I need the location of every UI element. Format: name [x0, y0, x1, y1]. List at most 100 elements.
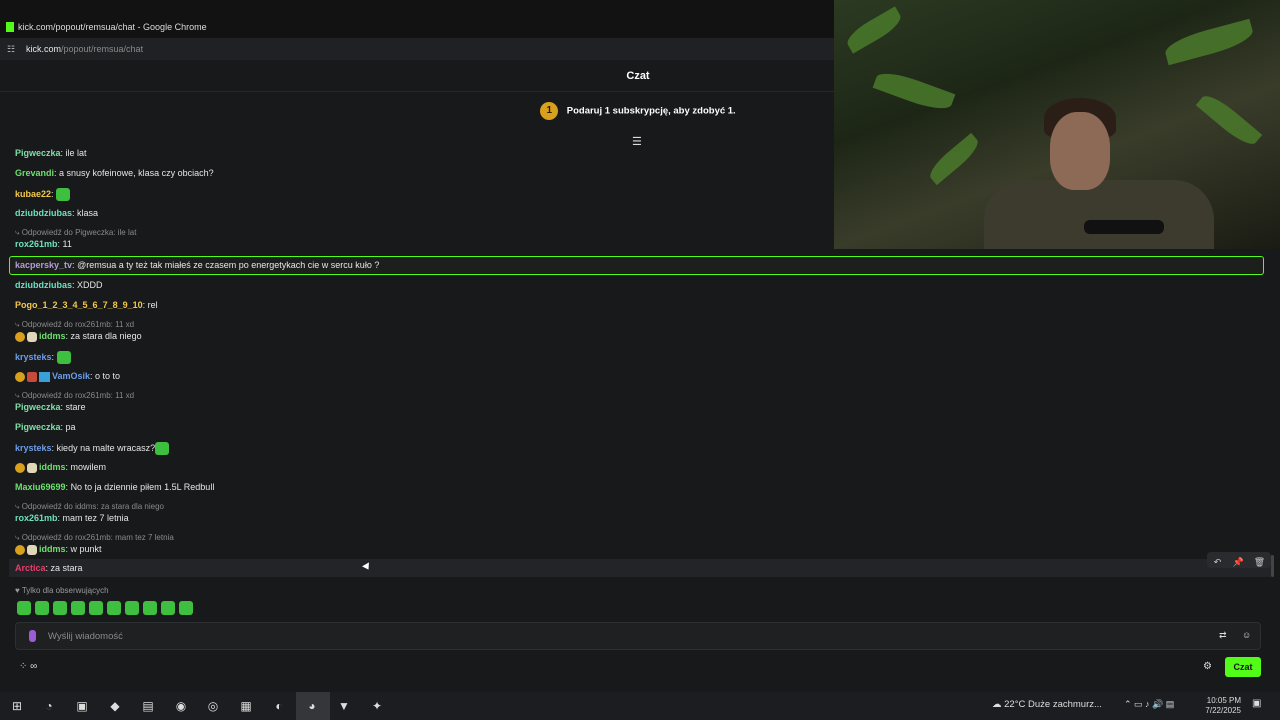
sub-badge-icon — [15, 462, 25, 473]
chat-tools[interactable]: ⁘ ∞ — [19, 661, 37, 672]
reply-context[interactable]: ⤷ Odpowiedź do iddms: za stara dla niego — [15, 502, 164, 512]
chat-scrollbar[interactable] — [1271, 555, 1274, 577]
chat-message[interactable]: Pigweczka: ile lat — [15, 148, 87, 158]
message-input-box[interactable]: ⇄ ☺ — [15, 622, 1261, 650]
chat-message-text: klasa — [77, 208, 99, 218]
infinity-icon[interactable]: ∞ — [30, 661, 37, 672]
badge-icon — [27, 371, 37, 382]
chat-message[interactable]: Grevandi: a snusy kofeinowe, klasa czy o… — [15, 168, 214, 178]
pause-chat-icon[interactable]: ☰ — [632, 135, 642, 148]
chat-message[interactable]: Arctica: za stara — [15, 563, 83, 573]
address-bar[interactable]: ☷ kick.com/popout/remsua/chat — [0, 38, 834, 60]
send-button[interactable]: Czat — [1225, 657, 1261, 677]
emote-icon[interactable] — [125, 601, 139, 615]
hovered-message-row[interactable] — [9, 559, 1271, 577]
gift-sub-promo[interactable]: 1 Podaruj 1 subskrypcję, aby zdobyć 1. — [0, 102, 1276, 120]
emote-icon[interactable] — [17, 601, 31, 615]
folder-icon[interactable]: ▤ — [139, 697, 157, 715]
chat-message[interactable]: Maxiu69699: No to ja dziennie piłem 1.5L… — [15, 482, 214, 492]
reply-context[interactable]: ⤷ Odpowiedź do Pigweczka: ile lat — [15, 228, 136, 238]
chat-message[interactable]: kubae22: — [15, 188, 71, 201]
chat-username[interactable]: Grevandi — [15, 168, 54, 178]
chat-message[interactable]: krysteks: — [15, 351, 71, 364]
reply-context[interactable]: ⤷ Odpowiedź do rox261mb: 11 xd — [15, 391, 134, 401]
chrome-icon[interactable]: ◕ — [303, 697, 321, 715]
chat-username[interactable]: iddms — [39, 331, 66, 341]
emote-icon[interactable] — [107, 601, 121, 615]
reply-icon[interactable]: ↶ — [1207, 554, 1228, 570]
emoji-icon[interactable]: ☺ — [1242, 630, 1251, 640]
emote-icon[interactable] — [143, 601, 157, 615]
reply-context[interactable]: ⤷ Odpowiedź do rox261mb: 11 xd — [15, 320, 134, 330]
chat-username[interactable]: iddms — [39, 462, 66, 472]
microphone-icon[interactable] — [29, 630, 36, 642]
gear-icon[interactable]: ⚙ — [1203, 661, 1212, 672]
emote-icon[interactable] — [35, 601, 49, 615]
emote-icon[interactable] — [179, 601, 193, 615]
chat-username[interactable]: Maxiu69699 — [15, 482, 66, 492]
kick-icon[interactable]: ✦ — [368, 697, 386, 715]
chat-message[interactable]: Pigweczka: pa — [15, 422, 76, 432]
pin-icon[interactable]: 📌 — [1228, 554, 1249, 570]
emote-icon[interactable] — [89, 601, 103, 615]
chat-username[interactable]: kacpersky_tv — [15, 260, 72, 270]
emote-bar[interactable] — [17, 601, 197, 620]
chat-message[interactable]: iddms: w punkt — [15, 544, 102, 555]
chat-username[interactable]: Pogo_1_2_3_4_5_6_7_8_9_10 — [15, 300, 143, 310]
chat-message[interactable]: krysteks: kiedy na malte wracasz? — [15, 442, 170, 455]
chat-username[interactable]: Arctica — [15, 563, 46, 573]
message-actions[interactable]: ↶ 📌 🗑 — [1207, 552, 1271, 568]
steam-icon[interactable]: ◎ — [204, 697, 222, 715]
discord-icon[interactable]: ◉ — [172, 697, 190, 715]
reply-context[interactable]: ⤷ Odpowiedź do rox261mb: mam tez 7 letni… — [15, 533, 174, 543]
chat-message-text: za stara dla niego — [70, 331, 142, 341]
reply-context-text: Odpowiedź do rox261mb: 11 xd — [21, 320, 135, 329]
chat-username[interactable]: dziubdziubas — [15, 208, 72, 218]
chat-message-text: stare — [65, 402, 86, 412]
chat-username[interactable]: iddms — [39, 544, 66, 554]
calendar-icon[interactable]: ▦ — [237, 697, 255, 715]
chat-username[interactable]: rox261mb — [15, 239, 58, 249]
translate-icon[interactable]: ⇄ — [1219, 630, 1227, 641]
chat-username[interactable]: Pigweczka — [15, 148, 61, 158]
emote-icon[interactable] — [53, 601, 67, 615]
chat-username[interactable]: krysteks — [15, 352, 52, 362]
chat-message[interactable]: dziubdziubas: XDDD — [15, 280, 103, 290]
notification-icon[interactable]: ▣ — [1252, 698, 1261, 709]
chat-message[interactable]: VamOsik: o to to — [15, 371, 120, 382]
chat-username[interactable]: krysteks — [15, 443, 52, 453]
chat-username[interactable]: dziubdziubas — [15, 280, 72, 290]
chat-username[interactable]: kubae22 — [15, 189, 51, 199]
chat-message[interactable]: Pogo_1_2_3_4_5_6_7_8_9_10: rel — [15, 300, 158, 310]
reply-context-text: Odpowiedź do iddms: za stara dla niego — [21, 502, 165, 511]
kick-points-icon[interactable]: ⁘ — [19, 661, 27, 672]
emote-icon[interactable] — [161, 601, 175, 615]
brave-icon[interactable]: ▼ — [335, 697, 353, 715]
sub-badge-icon — [15, 371, 25, 382]
weather-widget[interactable]: ☁ 22°C Duże zachmurz... — [992, 699, 1102, 710]
chat-username[interactable]: rox261mb — [15, 513, 58, 523]
delete-icon[interactable]: 🗑 — [1249, 554, 1270, 570]
chat-message[interactable]: iddms: mowilem — [15, 462, 106, 473]
site-settings-icon[interactable]: ☷ — [7, 44, 15, 55]
windows-start-icon[interactable]: ⊞ — [8, 697, 26, 715]
system-tray[interactable]: ⌃ ▭ ♪ 🔊 ▤ — [1124, 699, 1174, 710]
chat-message[interactable]: rox261mb: mam tez 7 letnia — [15, 513, 129, 523]
chat-message[interactable]: iddms: za stara dla niego — [15, 331, 142, 342]
chat-username[interactable]: Pigweczka — [15, 422, 61, 432]
app-icon[interactable]: ◔ — [40, 697, 58, 715]
chat-username[interactable]: VamOsik — [52, 371, 90, 381]
chat-message[interactable]: Pigweczka: stare — [15, 402, 86, 412]
app-icon[interactable]: ◆ — [106, 697, 124, 715]
chat-message[interactable]: kacpersky_tv: @remsua a ty też tak miałe… — [15, 260, 379, 270]
clock-date: 7/22/2025 — [1205, 706, 1241, 715]
clock[interactable]: 10:05 PM 7/22/2025 — [1200, 696, 1241, 716]
chat-message[interactable]: rox261mb: 11 — [15, 239, 72, 249]
url-text[interactable]: kick.com/popout/remsua/chat — [26, 44, 143, 54]
terminal-icon[interactable]: ▣ — [73, 697, 91, 715]
obs-icon[interactable]: ◐ — [270, 697, 288, 715]
message-input[interactable] — [48, 627, 1198, 645]
emote-icon[interactable] — [71, 601, 85, 615]
chat-username[interactable]: Pigweczka — [15, 402, 61, 412]
chat-message[interactable]: dziubdziubas: klasa — [15, 208, 98, 218]
